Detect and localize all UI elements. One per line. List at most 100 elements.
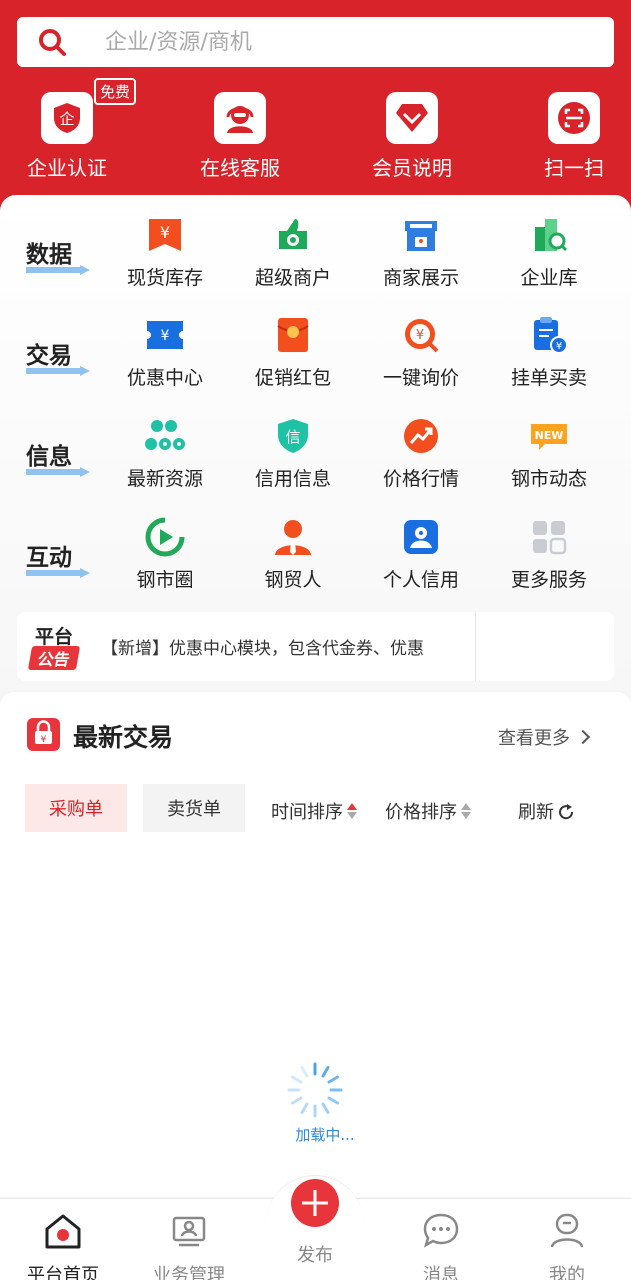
quick-action-scan[interactable]: 扫一扫 xyxy=(514,92,631,181)
service-credit-info[interactable]: 信 信用信息 xyxy=(229,416,357,491)
category-data: 数据 xyxy=(26,235,90,275)
nav-business[interactable]: 业务管理 xyxy=(139,1211,239,1280)
quick-action-customer-service[interactable]: 在线客服 xyxy=(180,92,300,181)
new-badge-icon: NEW xyxy=(529,416,569,456)
service-label: 钢市动态 xyxy=(510,468,587,490)
tab-purchase-orders[interactable]: 采购单 xyxy=(25,784,127,832)
arrow-icon xyxy=(26,366,90,376)
quick-action-membership[interactable]: 会员说明 xyxy=(352,92,472,181)
quick-action-label: 企业认证 xyxy=(27,156,107,180)
red-packet-icon xyxy=(273,315,313,355)
platform-notice[interactable]: 平台 公告 【新增】优惠中心模块，包含代金券、优惠 xyxy=(17,612,614,681)
nav-label: 发布 xyxy=(297,1245,333,1266)
header: 企 企业认证 免费 在线客服 会员说明 扫一扫 xyxy=(0,0,631,215)
service-red-packet[interactable]: 促销红包 xyxy=(229,315,357,390)
quick-action-certify[interactable]: 企 企业认证 xyxy=(7,92,127,181)
grid-icon xyxy=(529,517,569,557)
nav-label: 业务管理 xyxy=(153,1265,225,1280)
service-label: 个人信用 xyxy=(382,569,459,591)
notice-tag-top: 平台 xyxy=(35,626,74,648)
bottom-nav: 平台首页 业务管理 发布 消息 我的 xyxy=(0,1175,631,1280)
service-coupon-center[interactable]: ¥ 优惠中心 xyxy=(101,315,229,390)
inquiry-icon: ¥ xyxy=(401,315,441,355)
nav-publish[interactable]: 发布 xyxy=(266,1179,364,1267)
service-more[interactable]: 更多服务 xyxy=(485,517,613,592)
nav-profile[interactable]: 我的 xyxy=(517,1211,617,1280)
service-label: 现货库存 xyxy=(126,267,203,289)
service-inventory[interactable]: ¥ 现货库存 xyxy=(101,215,229,290)
loading-text: 加载中... xyxy=(295,1126,355,1144)
arrow-icon xyxy=(26,467,90,477)
refresh-label: 刷新 xyxy=(518,802,554,823)
sort-price-label: 价格排序 xyxy=(385,802,457,823)
service-label: 挂单买卖 xyxy=(510,367,587,389)
free-badge: 免费 xyxy=(94,78,137,105)
service-label: 商家展示 xyxy=(382,267,459,289)
svg-text:¥: ¥ xyxy=(41,735,47,745)
section-title: 最新交易 xyxy=(73,723,174,752)
service-personal-credit[interactable]: 个人信用 xyxy=(357,517,485,592)
nav-home[interactable]: 平台首页 xyxy=(13,1211,113,1280)
inventory-icon: ¥ xyxy=(145,215,185,255)
circle-play-icon xyxy=(145,517,185,557)
category-interact: 互动 xyxy=(26,538,90,578)
service-label: 价格行情 xyxy=(382,468,459,490)
arrow-icon xyxy=(26,265,90,275)
svg-text:企: 企 xyxy=(59,110,74,128)
service-label: 钢市圈 xyxy=(136,569,194,591)
enterprise-library-icon xyxy=(529,215,569,255)
service-order-trading[interactable]: ¥ 挂单买卖 xyxy=(485,315,613,390)
person-icon xyxy=(273,517,313,557)
sort-by-price[interactable]: 价格排序 xyxy=(385,798,472,824)
service-inquiry[interactable]: ¥ 一键询价 xyxy=(357,315,485,390)
arrow-icon xyxy=(26,568,90,578)
service-label: 钢贸人 xyxy=(264,569,322,591)
coupon-icon: ¥ xyxy=(145,315,185,355)
nav-messages[interactable]: 消息 xyxy=(391,1211,491,1280)
service-steel-trader[interactable]: 钢贸人 xyxy=(229,517,357,592)
tab-sell-orders[interactable]: 卖货单 xyxy=(143,784,245,832)
sort-time-label: 时间排序 xyxy=(271,802,343,823)
service-label: 企业库 xyxy=(520,267,578,289)
message-icon xyxy=(423,1213,459,1248)
credit-shield-icon: 信 xyxy=(273,416,313,456)
service-latest-resources[interactable]: 最新资源 xyxy=(101,416,229,491)
svg-text:¥: ¥ xyxy=(556,341,562,352)
nav-label: 消息 xyxy=(423,1265,459,1280)
search-icon xyxy=(39,29,66,56)
trend-icon xyxy=(401,416,441,456)
service-enterprise-library[interactable]: 企业库 xyxy=(485,215,613,290)
search-input[interactable] xyxy=(105,25,585,59)
quick-action-label: 会员说明 xyxy=(372,156,452,180)
new-badge-text: NEW xyxy=(535,429,564,442)
loading-spinner-icon xyxy=(287,1062,343,1118)
scan-icon xyxy=(548,92,600,144)
service-steel-circle[interactable]: 钢市圈 xyxy=(101,517,229,592)
refresh-button[interactable]: 刷新 xyxy=(518,798,575,824)
credit-shield-text: 信 xyxy=(285,428,300,446)
certify-icon: 企 xyxy=(41,92,93,144)
service-price-trend[interactable]: 价格行情 xyxy=(357,416,485,491)
resources-icon xyxy=(145,416,185,456)
order-icon: ¥ xyxy=(529,315,569,355)
profile-icon xyxy=(550,1213,584,1248)
sort-by-time[interactable]: 时间排序 xyxy=(271,798,358,824)
notice-divider xyxy=(475,612,476,681)
nav-label: 我的 xyxy=(549,1265,585,1280)
quick-action-label: 扫一扫 xyxy=(544,156,604,180)
service-label: 更多服务 xyxy=(510,569,587,591)
view-more-link[interactable]: 查看更多 xyxy=(498,724,591,750)
service-label: 促销红包 xyxy=(254,367,331,389)
svg-text:¥: ¥ xyxy=(161,328,170,344)
notice-text[interactable]: 【新增】优惠中心模块，包含代金券、优惠 xyxy=(101,634,477,659)
business-icon xyxy=(172,1216,206,1247)
service-label: 超级商户 xyxy=(254,267,331,289)
customer-service-icon xyxy=(214,92,266,144)
service-store-display[interactable]: 商家展示 xyxy=(357,215,485,290)
service-steel-news[interactable]: NEW 钢市动态 xyxy=(485,416,613,491)
refresh-icon xyxy=(559,804,574,820)
search-bar[interactable] xyxy=(17,17,614,67)
plus-icon xyxy=(291,1179,339,1227)
service-super-merchant[interactable]: 超级商户 xyxy=(229,215,357,290)
diamond-icon xyxy=(386,92,438,144)
